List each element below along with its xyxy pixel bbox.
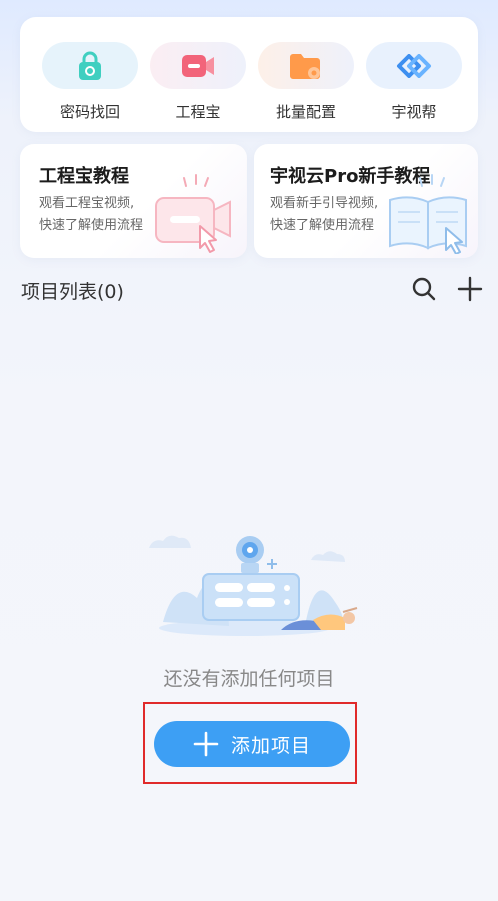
quick-action-gongchengbao[interactable]: 工程宝: [150, 42, 246, 122]
search-icon[interactable]: [411, 276, 437, 302]
quick-actions-card: 密码找回 工程宝 批量配置 宇视帮: [20, 17, 478, 132]
book-illustration-icon: [389, 174, 467, 254]
tutorial-title: 工程宝教程: [39, 166, 129, 187]
tutorial-card-gongchengbao[interactable]: 工程宝教程 观看工程宝视频, 快速了解使用流程: [20, 144, 247, 258]
quick-action-label: 工程宝: [175, 103, 221, 121]
lock-icon: [79, 51, 101, 80]
quick-action-password-recovery[interactable]: 密码找回: [42, 42, 138, 122]
quick-action-label: 密码找回: [59, 103, 120, 121]
tutorial-desc-line1: 观看工程宝视频,: [39, 196, 135, 211]
quick-action-pill: [150, 42, 246, 89]
tutorial-desc-line2: 快速了解使用流程: [39, 218, 144, 233]
quick-action-pill: [42, 42, 138, 89]
folder-gear-icon: [290, 53, 320, 79]
link-icon: [397, 53, 431, 78]
tutorial-desc-line1: 观看新手引导视频,: [270, 196, 379, 211]
quick-action-label: 宇视帮: [391, 103, 437, 121]
project-list-title: 项目列表(0): [21, 281, 124, 303]
camera-icon: [182, 54, 214, 77]
tutorial-desc-line2: 快速了解使用流程: [270, 218, 375, 233]
add-icon[interactable]: [457, 276, 483, 302]
video-illustration-icon: [155, 174, 231, 253]
quick-action-yushibang[interactable]: 宇视帮: [366, 42, 462, 122]
tutorial-card-newbie[interactable]: 宇视云Pro新手教程 观看新手引导视频, 快速了解使用流程: [254, 144, 478, 258]
empty-state-illustration: [149, 535, 358, 636]
quick-action-batch-config[interactable]: 批量配置: [258, 42, 354, 122]
highlight-box: [143, 702, 357, 784]
quick-action-label: 批量配置: [275, 103, 336, 121]
empty-state-text: 还没有添加任何项目: [163, 668, 335, 690]
quick-action-pill: [258, 42, 354, 89]
quick-action-pill: [366, 42, 462, 89]
